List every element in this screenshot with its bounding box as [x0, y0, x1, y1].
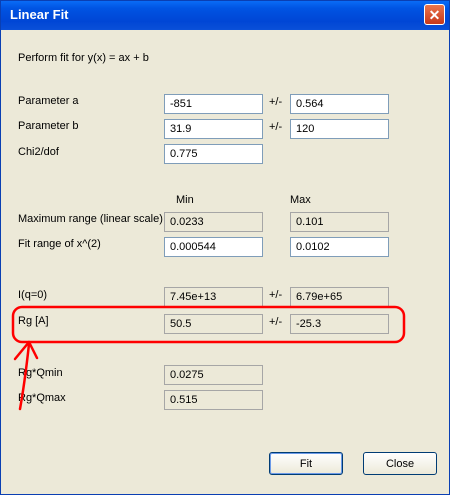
- iq0-label: I(q=0): [18, 289, 48, 301]
- rg-qmin-field: 0.0275: [164, 365, 263, 385]
- fit-button[interactable]: Fit: [269, 452, 343, 475]
- rg-pm: +/-: [269, 316, 283, 328]
- parameter-a-field[interactable]: -851: [164, 94, 263, 114]
- maximum-range-max-field: 0.101: [290, 212, 389, 232]
- rg-error-field: -25.3: [290, 314, 389, 334]
- parameter-a-error-field[interactable]: 0.564: [290, 94, 389, 114]
- parameter-b-label: Parameter b: [18, 120, 79, 132]
- close-button[interactable]: Close: [363, 452, 437, 475]
- parameter-b-field[interactable]: 31.9: [164, 119, 263, 139]
- parameter-b-pm: +/-: [269, 121, 283, 133]
- iq0-error-field: 6.79e+65: [290, 287, 389, 307]
- dialog-content: Perform fit for y(x) = ax + b Parameter …: [4, 30, 446, 493]
- max-column-header: Max: [290, 194, 311, 206]
- maximum-range-min-field: 0.0233: [164, 212, 263, 232]
- close-icon: ✕: [428, 6, 441, 23]
- min-column-header: Min: [176, 194, 194, 206]
- window-title: Linear Fit: [10, 7, 69, 22]
- window-close-button[interactable]: ✕: [424, 4, 445, 25]
- parameter-a-label: Parameter a: [18, 95, 79, 107]
- rg-qmax-label: Rg*Qmax: [18, 392, 66, 404]
- rg-label: Rg [A]: [18, 315, 49, 327]
- maximum-range-label: Maximum range (linear scale): [18, 213, 163, 225]
- linear-fit-window: Linear Fit ✕ Perform fit for y(x) = ax +…: [0, 0, 450, 495]
- chi2-label: Chi2/dof: [18, 146, 59, 158]
- rg-qmin-label: Rg*Qmin: [18, 367, 63, 379]
- rg-qmax-field: 0.515: [164, 390, 263, 410]
- parameter-a-pm: +/-: [269, 96, 283, 108]
- rg-field: 50.5: [164, 314, 263, 334]
- fit-range-min-field[interactable]: 0.000544: [164, 237, 263, 257]
- parameter-b-error-field[interactable]: 120: [290, 119, 389, 139]
- fit-range-label: Fit range of x^(2): [18, 238, 101, 250]
- chi2-field[interactable]: 0.775: [164, 144, 263, 164]
- iq0-field: 7.45e+13: [164, 287, 263, 307]
- iq0-pm: +/-: [269, 289, 283, 301]
- title-bar: Linear Fit ✕: [1, 1, 449, 30]
- fit-range-max-field[interactable]: 0.0102: [290, 237, 389, 257]
- fit-formula-text: Perform fit for y(x) = ax + b: [18, 52, 149, 64]
